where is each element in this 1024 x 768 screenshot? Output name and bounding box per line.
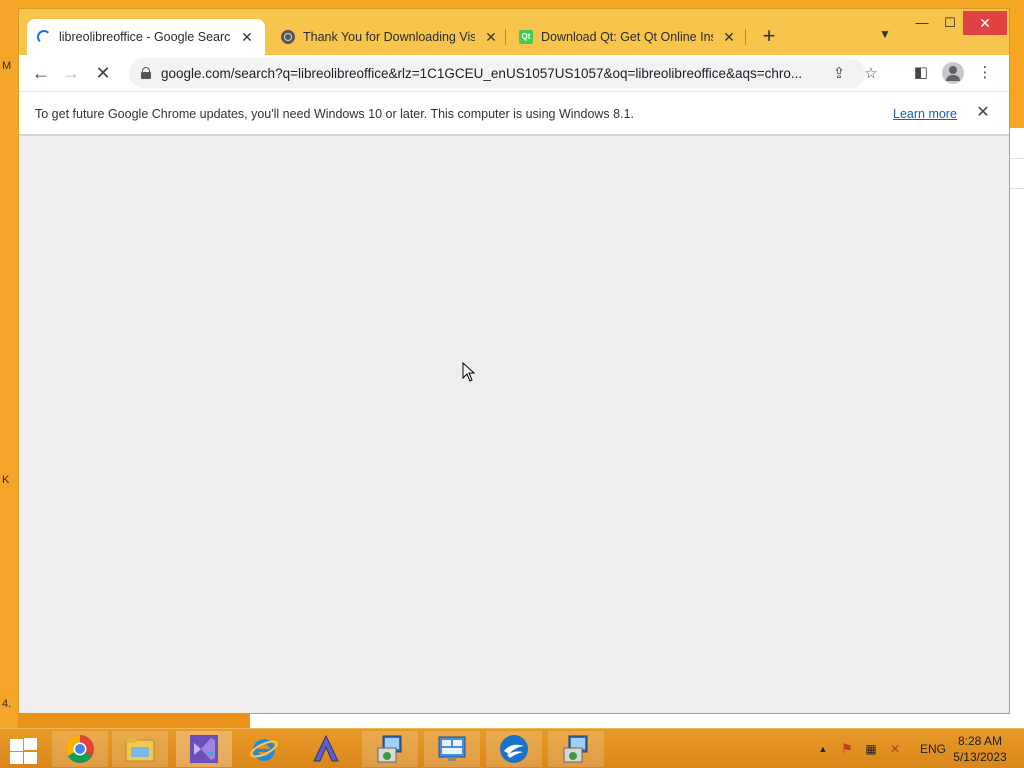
app-a-icon [313, 734, 339, 762]
desktop-letter: M [2, 60, 12, 72]
address-bar[interactable]: google.com/search?q=libreolibreoffice&rl… [129, 58, 878, 88]
installer-icon [563, 735, 588, 763]
learn-more-link[interactable]: Learn more [893, 107, 957, 121]
desktop-left-edge: M K 4. [0, 0, 18, 728]
taskbar-control-panel[interactable] [424, 731, 480, 767]
chrome-icon [66, 735, 94, 763]
infobar-close-icon[interactable]: ✕ [973, 102, 993, 124]
internet-explorer-icon [250, 739, 278, 761]
tab-title: libreolibreoffice - Google Search [59, 30, 231, 44]
action-center-flag-icon[interactable]: ⚑ [836, 741, 858, 757]
maximize-button[interactable]: ☐ [933, 11, 967, 35]
folder-icon [125, 738, 155, 762]
tab-close-icon[interactable]: ✕ [721, 29, 737, 46]
bookmark-star-icon[interactable]: ☆ [861, 64, 881, 84]
infobar-message: To get future Google Chrome updates, you… [35, 107, 634, 121]
url-text[interactable]: google.com/search?q=libreolibreoffice&rl… [161, 66, 821, 81]
language-indicator[interactable]: ENG [920, 742, 946, 756]
taskbar-visual-studio[interactable] [176, 731, 232, 767]
browser-toolbar: ← → ✕ google.com/search?q=libreolibreoff… [19, 55, 1009, 91]
stop-loading-icon[interactable]: ✕ [91, 61, 115, 85]
taskbar-openoffice[interactable] [486, 731, 542, 767]
background-window-strip [250, 714, 1014, 728]
taskbar-internet-explorer[interactable] [236, 731, 292, 767]
tab-active-google-search[interactable]: libreolibreoffice - Google Search ✕ [27, 19, 265, 55]
tab-close-icon[interactable]: ✕ [239, 29, 255, 46]
tab-separator [745, 29, 746, 45]
taskbar-app-a[interactable] [298, 731, 354, 767]
tab-visual-studio[interactable]: Thank You for Downloading Visu ✕ [271, 19, 509, 55]
system-tray: ▲ ⚑ ▦ ✕ ENG [816, 729, 946, 768]
forward-arrow-icon[interactable]: → [59, 61, 83, 85]
side-panel-icon[interactable]: ◧ [909, 61, 933, 85]
close-window-button[interactable]: ✕ [963, 11, 1007, 35]
taskbar-installer[interactable] [362, 731, 418, 767]
network-icon[interactable]: ▦ [860, 742, 882, 756]
back-arrow-icon[interactable]: ← [29, 61, 53, 85]
windows-start-icon[interactable] [8, 737, 38, 764]
tab-separator [505, 29, 506, 45]
loading-spinner-icon [37, 30, 51, 44]
page-content-blank[interactable] [19, 135, 1009, 713]
tab-title: Thank You for Downloading Visu [303, 30, 475, 44]
visual-studio-icon [190, 735, 218, 763]
tab-qt-download[interactable]: Qt Download Qt: Get Qt Online Inst ✕ [509, 19, 747, 55]
tab-search-chevron-icon[interactable]: ▼ [875, 27, 895, 47]
show-hidden-icons-chevron-icon[interactable]: ▲ [816, 744, 830, 754]
lock-icon[interactable] [141, 67, 151, 79]
mouse-cursor-icon [462, 362, 476, 382]
taskbar-chrome[interactable] [52, 731, 108, 767]
update-infobar: To get future Google Chrome updates, you… [19, 91, 1009, 135]
tab-strip: libreolibreoffice - Google Search ✕ Than… [19, 9, 1009, 55]
taskbar-clock[interactable]: 8:28 AM 5/13/2023 [944, 733, 1016, 765]
desktop-letter: 4. [2, 698, 12, 710]
more-menu-icon[interactable]: ⋮ [973, 61, 997, 85]
taskbar-file-explorer[interactable] [112, 731, 168, 767]
tab-title: Download Qt: Get Qt Online Inst [541, 30, 713, 44]
new-tab-button[interactable]: + [757, 25, 781, 49]
clock-time: 8:28 AM [957, 734, 1003, 748]
globe-icon [281, 30, 295, 44]
openoffice-icon [500, 735, 528, 763]
installer-icon [377, 735, 402, 763]
windows-taskbar: ▲ ⚑ ▦ ✕ ENG 8:28 AM 5/13/2023 [0, 728, 1024, 768]
taskbar-installer-2[interactable] [548, 731, 604, 767]
clock-date: 5/13/2023 [953, 750, 1007, 764]
desktop-letter: K [2, 474, 10, 486]
control-panel-icon [438, 736, 466, 761]
profile-avatar-icon[interactable] [942, 62, 964, 84]
browser-window: libreolibreoffice - Google Search ✕ Than… [18, 8, 1010, 714]
qt-icon: Qt [519, 30, 533, 44]
share-icon[interactable]: ⇪ [829, 64, 849, 84]
tab-close-icon[interactable]: ✕ [483, 29, 499, 46]
volume-muted-icon[interactable]: ✕ [884, 742, 906, 756]
